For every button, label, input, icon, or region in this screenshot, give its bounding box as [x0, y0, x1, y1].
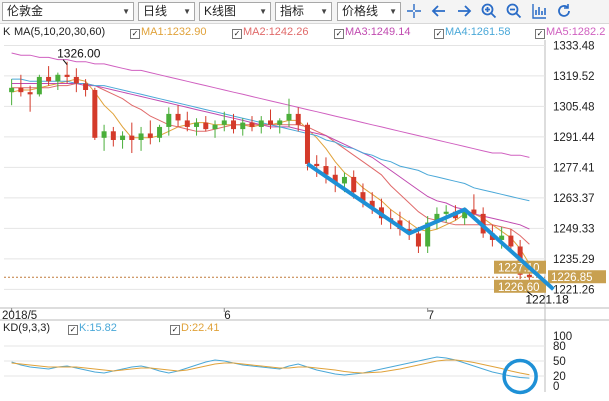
candle-body: [73, 76, 79, 84]
checkbox-icon: ✓: [68, 325, 78, 335]
date-label: 7: [428, 310, 434, 322]
price-chart[interactable]: 1333.48 1319.52 1305.48 1291.44 1277.41 1263.…: [0, 0, 609, 401]
candle: [203, 116, 209, 132]
candle: [194, 118, 200, 136]
ma-line-ma2: [11, 83, 530, 245]
candle-body: [471, 209, 477, 214]
candle-body: [351, 176, 357, 193]
candle-body: [83, 83, 89, 90]
candle: [212, 120, 218, 138]
price-tick-label: 1235.29: [553, 254, 595, 266]
candle-body: [36, 76, 42, 95]
ma-line-ma3: [11, 83, 530, 230]
candle-body: [120, 135, 126, 140]
price-tick-label: 1277.41: [553, 162, 595, 174]
price-tick-label: 1319.52: [553, 71, 595, 83]
candle-body: [268, 120, 273, 125]
candle-body: [157, 126, 163, 138]
chart-window: 伦敦金 ▼ 日线 ▼ K线图 ▼ 指标 ▼ 价格线 ▼ K MA(5,10,20…: [0, 0, 609, 401]
candle-body: [166, 113, 172, 127]
candle-body: [138, 133, 144, 140]
ma-line-ma5: [11, 52, 530, 158]
candle: [18, 74, 24, 97]
candle-body: [110, 131, 116, 140]
kd-tick-label: 0: [553, 381, 559, 393]
candle-body: [221, 120, 227, 125]
candle-body: [129, 135, 135, 140]
candle: [332, 166, 338, 193]
candle-body: [203, 122, 209, 130]
candle: [258, 116, 264, 134]
candle: [434, 207, 440, 230]
candle-body: [46, 76, 52, 82]
candle: [64, 61, 70, 84]
kd-k-toggle[interactable]: ✓ K:15.82: [68, 321, 117, 335]
candle: [83, 79, 89, 97]
candle: [129, 122, 135, 154]
candle-body: [443, 211, 449, 214]
kd-params: KD(9,3,3): [3, 322, 51, 334]
candle-body: [341, 176, 347, 184]
kd-tick-label: 80: [553, 341, 566, 353]
candle-body: [27, 92, 33, 95]
candle-body: [9, 87, 15, 93]
candle: [286, 98, 292, 127]
candle: [425, 216, 431, 254]
candle: [138, 126, 144, 151]
kd-d-line: [11, 359, 530, 376]
kd-k-value: K:15.82: [79, 322, 117, 334]
price-tick-label: 1291.44: [553, 132, 595, 144]
candle: [36, 74, 42, 97]
candle-body: [295, 113, 301, 125]
candle-body: [508, 235, 514, 247]
price-tick-label: 1333.48: [553, 40, 595, 52]
candle: [157, 124, 163, 143]
checkbox-icon: ✓: [170, 325, 180, 335]
candle: [147, 120, 153, 145]
candle: [120, 131, 126, 149]
candle-body: [240, 122, 246, 130]
candle-body: [92, 89, 98, 138]
candle-body: [258, 120, 264, 127]
candle: [166, 107, 172, 136]
candle: [295, 107, 301, 132]
candle: [110, 126, 116, 147]
candle: [175, 105, 181, 127]
price-tick-label: 1263.37: [553, 193, 595, 205]
candle-body: [55, 74, 61, 82]
candle: [73, 68, 79, 93]
candle-body: [415, 233, 421, 247]
kd-legend: KD(9,3,3) ✓ K:15.82 ✓ D:22.41: [0, 321, 420, 335]
candle: [277, 118, 283, 134]
ma-line-ma4: [11, 78, 530, 202]
price-tick-label: 1305.48: [553, 101, 595, 113]
high-price-annotation: 1326.00: [57, 47, 101, 61]
candle-body: [314, 163, 320, 167]
candle: [55, 72, 61, 90]
kd-d-toggle[interactable]: ✓ D:22.41: [170, 321, 220, 335]
price-tag: 1227.10: [494, 260, 546, 275]
candle-body: [101, 131, 107, 138]
candle-body: [304, 124, 310, 164]
candle-body: [212, 124, 218, 130]
candle: [249, 116, 255, 132]
kd-tick-label: 50: [553, 356, 566, 368]
candle-body: [18, 87, 24, 93]
kd-d-value: D:22.41: [181, 322, 220, 334]
price-tag: 1226.85: [548, 270, 606, 284]
price-tag-label: 1226.85: [551, 272, 593, 284]
candle-body: [194, 122, 200, 127]
candle-body: [147, 133, 153, 138]
candle-body: [277, 120, 283, 125]
candle-body: [286, 113, 292, 121]
candle: [101, 124, 107, 151]
candle-body: [231, 120, 237, 130]
candle-body: [64, 74, 70, 77]
price-tick-label: 1249.33: [553, 223, 595, 235]
candle-body: [249, 122, 255, 127]
candle: [92, 87, 98, 140]
candle-body: [175, 113, 181, 121]
candle-body: [184, 120, 190, 127]
